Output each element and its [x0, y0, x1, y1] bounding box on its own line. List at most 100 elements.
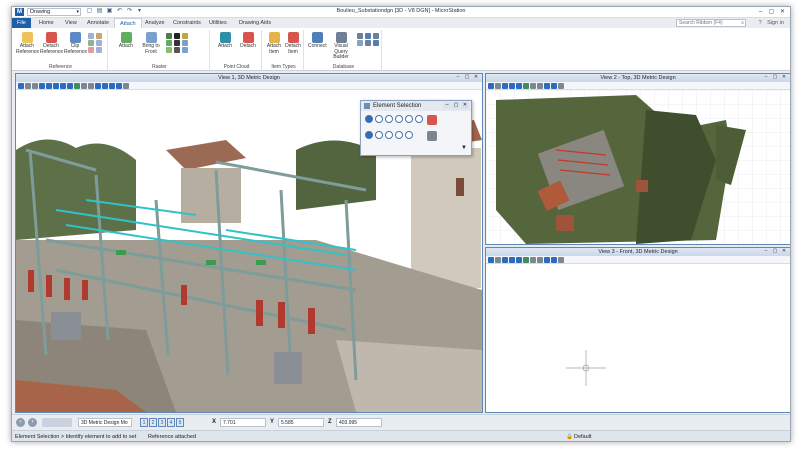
view-close-icon[interactable]: ✕ — [780, 74, 788, 81]
view-previous-icon[interactable] — [530, 82, 536, 89]
dialog-minimize-icon[interactable]: – — [443, 102, 451, 109]
forward-icon[interactable]: › — [28, 418, 37, 427]
raster-tool-icon[interactable] — [166, 33, 172, 39]
zoom-in-icon[interactable] — [502, 256, 508, 263]
raster-tool-icon[interactable] — [166, 40, 172, 46]
view-next-icon[interactable] — [537, 256, 543, 263]
tab-annotate[interactable]: Annotate — [82, 18, 114, 28]
individual-method-icon[interactable] — [365, 115, 373, 123]
point-cloud-detach-button[interactable]: Detach — [238, 32, 258, 50]
view-number-button[interactable]: 2 — [149, 418, 157, 427]
zoom-in-icon[interactable] — [502, 82, 508, 89]
raster-tool-icon[interactable] — [174, 47, 180, 53]
display-style-icon[interactable] — [495, 82, 501, 89]
database-tool-icon[interactable] — [357, 33, 363, 39]
ribbon-search-input[interactable]: Search Ribbon (F4) ⌕ — [676, 19, 746, 27]
tab-utilities[interactable]: Utilities — [204, 18, 232, 28]
dialog-close-icon[interactable]: ✕ — [461, 102, 469, 109]
clip-volume-icon[interactable] — [551, 82, 557, 89]
tab-constraints[interactable]: Constraints — [168, 18, 206, 28]
view-previous-icon[interactable] — [530, 256, 536, 263]
point-cloud-attach-button[interactable]: Attach — [215, 32, 235, 50]
clip-volume-icon[interactable] — [551, 256, 557, 263]
tab-attach[interactable]: Attach — [114, 18, 142, 28]
pan-view-icon[interactable] — [523, 256, 529, 263]
help-icon[interactable]: ? — [759, 20, 762, 26]
database-tool-icon[interactable] — [373, 40, 379, 46]
view-maximize-icon[interactable]: ▢ — [771, 248, 779, 255]
window-area-icon[interactable] — [53, 82, 59, 89]
view-number-button[interactable]: 4 — [167, 418, 175, 427]
shape-method-icon[interactable] — [385, 115, 393, 123]
reference-tool-icon[interactable] — [96, 33, 102, 39]
tab-analyze[interactable]: Analyze — [140, 18, 170, 28]
select-all-icon[interactable] — [427, 131, 437, 141]
view-number-button[interactable]: 3 — [158, 418, 166, 427]
clear-selection-icon[interactable] — [427, 115, 437, 125]
y-value-field[interactable]: 5.585 — [278, 418, 324, 427]
block-method-icon[interactable] — [375, 115, 383, 123]
display-style-icon[interactable] — [495, 256, 501, 263]
active-level[interactable]: Default — [574, 431, 591, 441]
pan-view-icon[interactable] — [74, 82, 80, 89]
back-icon[interactable]: ‹ — [16, 418, 25, 427]
bring-to-front-button[interactable]: Bring to Front — [140, 32, 162, 55]
redo-icon[interactable]: ↷ — [126, 8, 133, 15]
line-method-icon[interactable] — [395, 115, 403, 123]
display-style-icon[interactable] — [25, 82, 31, 89]
zoom-in-icon[interactable] — [39, 82, 45, 89]
view-attributes-icon[interactable] — [488, 82, 494, 89]
maximize-icon[interactable]: ▢ — [766, 7, 777, 17]
clip-volume-icon[interactable] — [109, 82, 115, 89]
save-icon[interactable]: ▣ — [106, 8, 113, 15]
view-number-button[interactable]: 5 — [176, 418, 184, 427]
view-attributes-icon[interactable] — [18, 82, 24, 89]
reference-tool-icon[interactable] — [96, 40, 102, 46]
view-number-button[interactable]: 1 — [140, 418, 148, 427]
reference-tool-icon[interactable] — [88, 47, 94, 53]
view-minimize-icon[interactable]: – — [454, 74, 462, 81]
sign-in-link[interactable]: Sign in — [767, 20, 784, 26]
raster-tool-icon[interactable] — [166, 47, 172, 53]
x-value-field[interactable]: 7.701 — [220, 418, 266, 427]
raster-attach-button[interactable]: Attach — [116, 32, 136, 50]
camera-icon[interactable] — [558, 82, 564, 89]
reference-tool-icon[interactable] — [88, 33, 94, 39]
view-next-icon[interactable] — [537, 82, 543, 89]
tab-view[interactable]: View — [60, 18, 82, 28]
pan-view-icon[interactable] — [523, 82, 529, 89]
attach-reference-button[interactable]: Attach Reference — [16, 32, 39, 55]
z-value-field[interactable]: 403.995 — [336, 418, 382, 427]
fit-view-icon[interactable] — [60, 82, 66, 89]
circle-method-icon[interactable] — [405, 115, 413, 123]
lock-icon[interactable]: 🔒 — [566, 431, 573, 441]
tab-home[interactable]: Home — [34, 18, 59, 28]
raster-tool-icon[interactable] — [182, 40, 188, 46]
update-view-icon[interactable] — [32, 82, 38, 89]
camera-icon[interactable] — [123, 82, 129, 89]
zoom-out-icon[interactable] — [509, 82, 515, 89]
subtract-mode-icon[interactable] — [385, 131, 393, 139]
copy-view-icon[interactable] — [544, 256, 550, 263]
copy-view-icon[interactable] — [544, 82, 550, 89]
qat-dropdown-icon[interactable]: ▾ — [136, 8, 143, 15]
view-maximize-icon[interactable]: ▢ — [771, 74, 779, 81]
clip-mask-icon[interactable] — [116, 82, 122, 89]
view-close-icon[interactable]: ✕ — [472, 74, 480, 81]
database-tool-icon[interactable] — [365, 40, 371, 46]
new-mode-icon[interactable] — [365, 131, 373, 139]
detach-reference-button[interactable]: Detach Reference — [40, 32, 63, 55]
view-next-icon[interactable] — [88, 82, 94, 89]
rotate-view-icon[interactable] — [67, 82, 73, 89]
view-3-canvas[interactable] — [486, 264, 790, 412]
invert-mode-icon[interactable] — [395, 131, 403, 139]
fit-view-icon[interactable] — [516, 82, 522, 89]
close-icon[interactable]: ✕ — [777, 7, 788, 17]
database-tool-icon[interactable] — [357, 40, 363, 46]
new-file-icon[interactable]: ▢ — [86, 8, 93, 15]
view-rotation-icon[interactable] — [102, 82, 108, 89]
reference-tool-icon[interactable] — [88, 40, 94, 46]
attach-item-button[interactable]: Attach Item — [265, 32, 283, 55]
view-minimize-icon[interactable]: – — [762, 248, 770, 255]
raster-tool-icon[interactable] — [174, 40, 180, 46]
